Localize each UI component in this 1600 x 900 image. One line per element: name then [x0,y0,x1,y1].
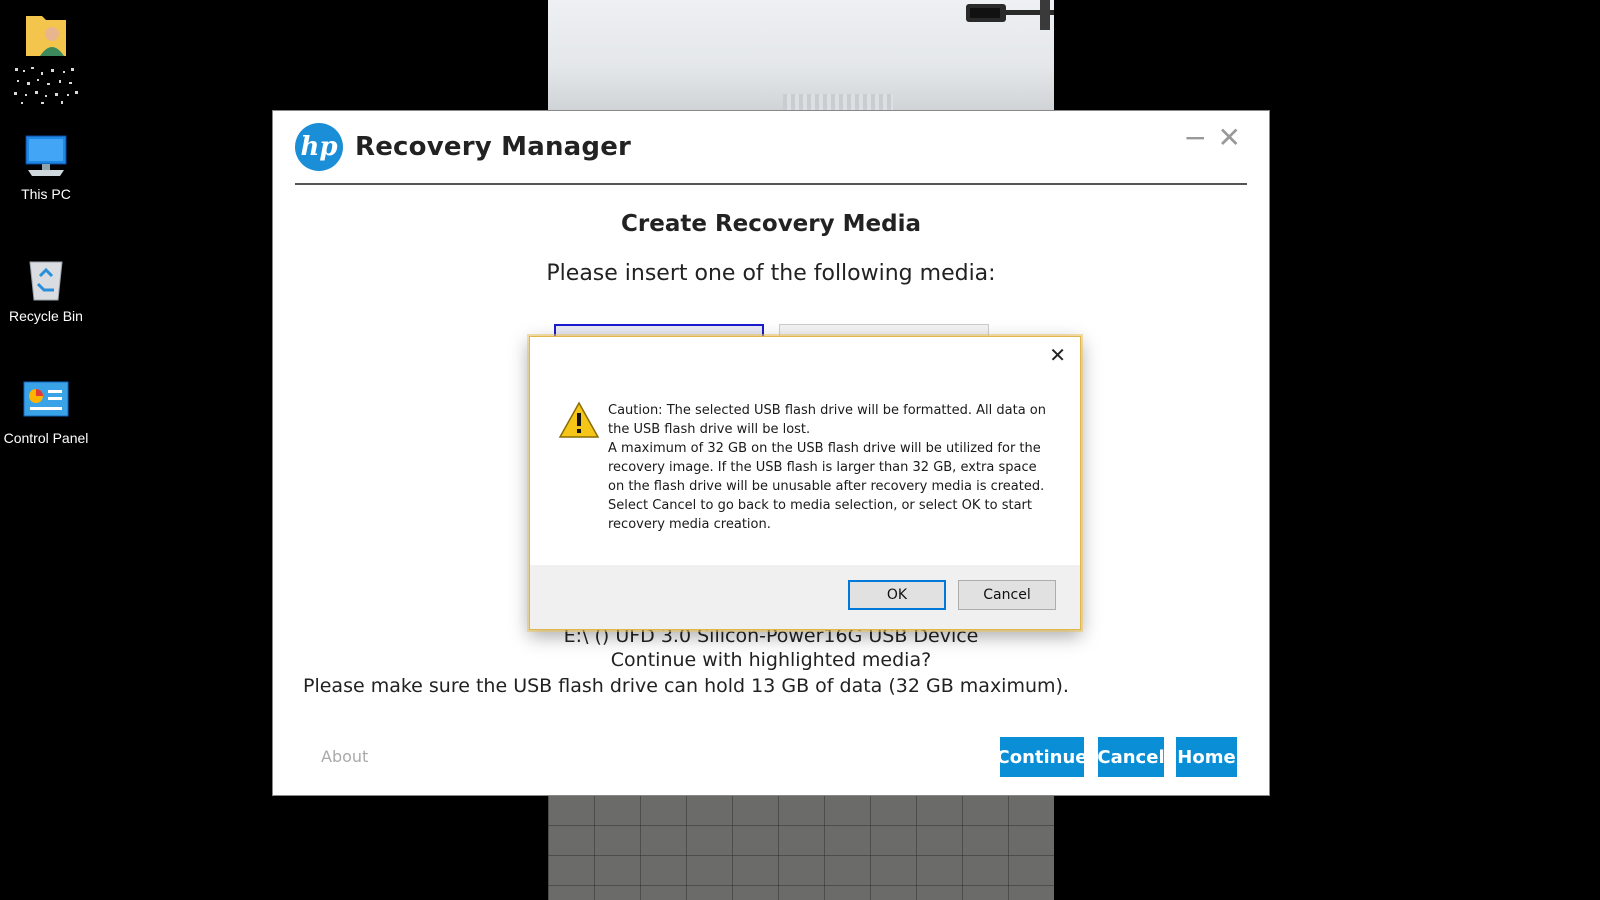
hp-logo-icon: hp [295,123,343,171]
desktop-icon-recycle-bin[interactable]: Recycle Bin [0,254,92,324]
continue-button[interactable]: Continue [997,737,1088,777]
cancel-button[interactable]: Cancel [1097,737,1165,777]
wallpaper-photo-bottom [548,796,1054,900]
header-divider [295,183,1247,185]
wallpaper-photo-top [548,0,1054,112]
dialog-message: Caution: The selected USB flash drive wi… [608,401,1048,534]
about-link[interactable]: About [321,747,368,766]
dialog-message-line: Select Cancel to go back to media select… [608,498,1032,532]
desktop-icon-user-folder[interactable] [0,10,92,108]
dialog-message-line: Caution: The selected USB flash drive wi… [608,403,1046,437]
pixelated-label-graphic [14,67,78,104]
caution-dialog: ✕ Caution: The selected USB flash drive … [529,336,1081,630]
desktop-icon-label: Control Panel [3,430,89,446]
dialog-footer: OK Cancel [530,565,1080,629]
dialog-ok-button[interactable]: OK [848,580,946,610]
desktop-icon-this-pc[interactable]: This PC [0,132,92,202]
capacity-note-text: Please make sure the USB flash drive can… [303,675,1069,697]
continue-question-text: Continue with highlighted media? [610,649,932,671]
page-subheading: Please insert one of the following media… [546,261,996,286]
user-folder-icon [22,10,70,58]
home-button[interactable]: Home [1176,737,1237,777]
app-header: hp Recovery Manager [295,123,632,171]
warning-icon [558,401,600,438]
computer-icon [22,132,70,180]
close-button[interactable]: ✕ [1218,121,1241,154]
dialog-close-button[interactable]: ✕ [1049,343,1066,367]
desktop-icon-label: Recycle Bin [9,308,83,324]
desktop-icon-control-panel[interactable]: Control Panel [0,376,92,446]
app-title: Recovery Manager [355,132,632,162]
street-lamp-graphic [966,0,1054,30]
dialog-cancel-button[interactable]: Cancel [958,580,1056,610]
minimize-button[interactable]: − [1184,121,1207,154]
recycle-bin-icon [22,254,70,302]
desktop-icon-label: This PC [21,186,71,202]
page-heading: Create Recovery Media [621,211,921,237]
control-panel-icon [22,376,70,424]
dialog-message-line: A maximum of 32 GB on the USB flash driv… [608,441,1045,494]
